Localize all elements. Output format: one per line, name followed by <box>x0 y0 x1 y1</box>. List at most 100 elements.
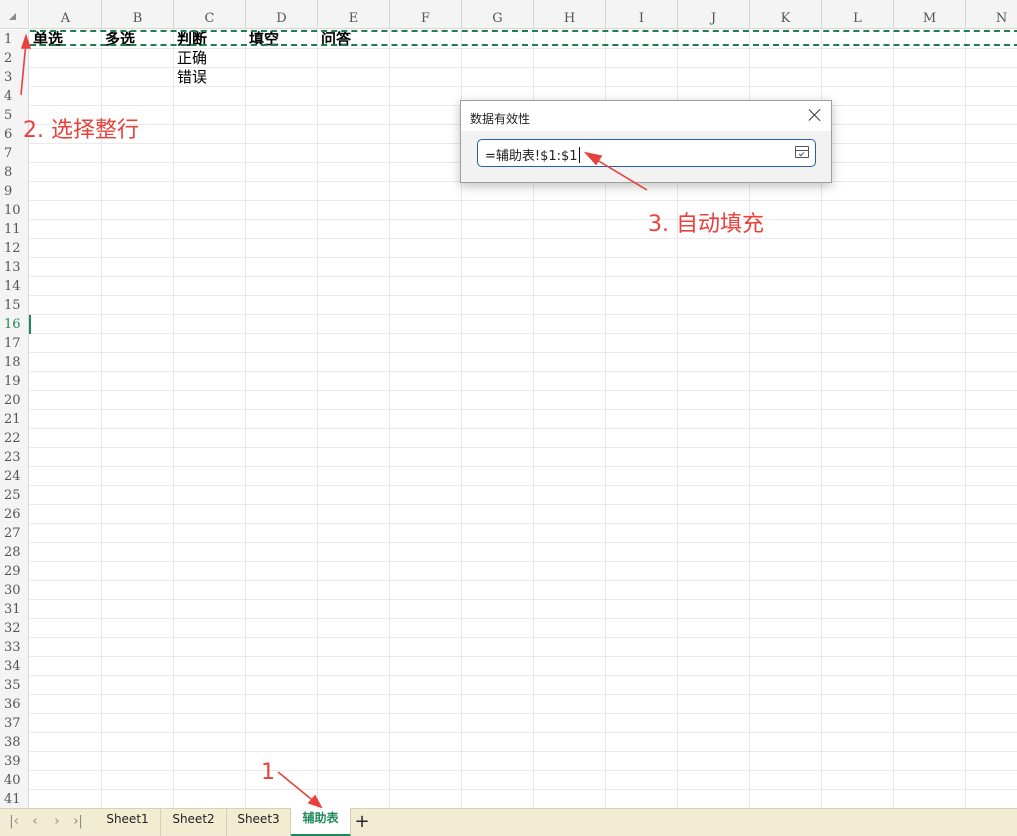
row-gridline <box>29 257 1017 258</box>
row-header-22[interactable]: 22 <box>0 429 29 448</box>
column-header-d[interactable]: D <box>246 0 318 29</box>
row-header-31[interactable]: 31 <box>0 600 29 619</box>
row-gridline <box>29 409 1017 410</box>
column-header-k[interactable]: K <box>750 0 822 29</box>
row-header-40[interactable]: 40 <box>0 771 29 790</box>
column-header-i[interactable]: I <box>606 0 678 29</box>
add-sheet-button[interactable]: + <box>354 812 370 832</box>
select-all-corner[interactable] <box>0 0 29 29</box>
row-gridline <box>29 599 1017 600</box>
tab-fuzhubiao[interactable]: 辅助表 <box>291 808 351 836</box>
row-header-9[interactable]: 9 <box>0 182 29 201</box>
column-header-m[interactable]: M <box>894 0 966 29</box>
row-header-23[interactable]: 23 <box>0 448 29 467</box>
row-gridline <box>29 333 1017 334</box>
row-header-29[interactable]: 29 <box>0 562 29 581</box>
column-header-g[interactable]: G <box>462 0 534 29</box>
row-header-28[interactable]: 28 <box>0 543 29 562</box>
row-header-25[interactable]: 25 <box>0 486 29 505</box>
column-header-e[interactable]: E <box>318 0 390 29</box>
range-reference-input[interactable]: =辅助表!$1:$1 <box>477 139 816 167</box>
row-gridline <box>29 732 1017 733</box>
row-header-7[interactable]: 7 <box>0 144 29 163</box>
row-header-18[interactable]: 18 <box>0 353 29 372</box>
tab-sheet3[interactable]: Sheet3 <box>227 809 291 836</box>
row-header-35[interactable]: 35 <box>0 676 29 695</box>
row-gridline <box>29 542 1017 543</box>
row-gridline <box>29 485 1017 486</box>
column-header-b[interactable]: B <box>102 0 174 29</box>
close-icon[interactable] <box>807 107 823 123</box>
row-gridline <box>29 751 1017 752</box>
row-header-17[interactable]: 17 <box>0 334 29 353</box>
row-header-10[interactable]: 10 <box>0 201 29 220</box>
row-header-14[interactable]: 14 <box>0 277 29 296</box>
row-header-8[interactable]: 8 <box>0 163 29 182</box>
first-sheet-icon[interactable]: |‹ <box>5 813 23 831</box>
row-header-37[interactable]: 37 <box>0 714 29 733</box>
dialog-title-bar[interactable]: 数据有效性 <box>461 101 831 131</box>
row-header-27[interactable]: 27 <box>0 524 29 543</box>
row-gridline <box>29 219 1017 220</box>
row-header-11[interactable]: 11 <box>0 220 29 239</box>
row-header-16[interactable]: 16 <box>0 315 29 334</box>
prev-sheet-icon[interactable]: ‹ <box>26 813 44 831</box>
row-gridline <box>29 200 1017 201</box>
row-header-38[interactable]: 38 <box>0 733 29 752</box>
row-gridline <box>29 561 1017 562</box>
row-gridline <box>29 428 1017 429</box>
row-header-3[interactable]: 3 <box>0 68 29 87</box>
row-header-36[interactable]: 36 <box>0 695 29 714</box>
row-header-26[interactable]: 26 <box>0 505 29 524</box>
annotation-step1: 1 <box>261 760 275 785</box>
row-header-19[interactable]: 19 <box>0 372 29 391</box>
row-gridline <box>29 656 1017 657</box>
row-header-13[interactable]: 13 <box>0 258 29 277</box>
cell-c2[interactable]: 正确 <box>177 49 207 68</box>
row-gridline <box>29 789 1017 790</box>
column-header-h[interactable]: H <box>534 0 606 29</box>
row-header-30[interactable]: 30 <box>0 581 29 600</box>
column-header-c[interactable]: C <box>174 0 246 29</box>
row-gridline <box>29 504 1017 505</box>
collapse-dialog-icon[interactable] <box>795 146 809 158</box>
sheet-tab-bar: |‹ ‹ › ›| Sheet1 Sheet2 Sheet3 辅助表 + <box>0 808 1017 836</box>
row-header-32[interactable]: 32 <box>0 619 29 638</box>
column-gridline <box>893 29 894 808</box>
row-gridline <box>29 238 1017 239</box>
last-sheet-icon[interactable]: ›| <box>69 813 87 831</box>
row-header-15[interactable]: 15 <box>0 296 29 315</box>
row-gridline <box>29 447 1017 448</box>
cell-c3[interactable]: 错误 <box>177 68 207 87</box>
column-header-a[interactable]: A <box>30 0 102 29</box>
row-header-33[interactable]: 33 <box>0 638 29 657</box>
column-gridline <box>317 29 318 808</box>
column-gridline <box>173 29 174 808</box>
active-cell-indicator <box>29 315 31 334</box>
row-gridline <box>29 466 1017 467</box>
tab-sheet1[interactable]: Sheet1 <box>95 809 161 836</box>
row-header-21[interactable]: 21 <box>0 410 29 429</box>
row-header-34[interactable]: 34 <box>0 657 29 676</box>
select-all-icon <box>9 13 16 20</box>
row-gridline <box>29 295 1017 296</box>
tab-sheet2[interactable]: Sheet2 <box>161 809 227 836</box>
row-header-12[interactable]: 12 <box>0 239 29 258</box>
row-header-20[interactable]: 20 <box>0 391 29 410</box>
row-header-2[interactable]: 2 <box>0 49 29 68</box>
range-reference-value: =辅助表!$1:$1 <box>485 147 580 164</box>
column-header-j[interactable]: J <box>678 0 750 29</box>
column-header-l[interactable]: L <box>822 0 894 29</box>
column-gridline <box>389 29 390 808</box>
row-header-39[interactable]: 39 <box>0 752 29 771</box>
column-header-n[interactable]: N <box>966 0 1017 29</box>
row-gridline <box>29 371 1017 372</box>
row-header-41[interactable]: 41 <box>0 790 29 808</box>
row-header-4[interactable]: 4 <box>0 87 29 106</box>
row-gridline <box>29 618 1017 619</box>
column-header-f[interactable]: F <box>390 0 462 29</box>
data-validation-dialog: 数据有效性 =辅助表!$1:$1 <box>460 100 832 183</box>
row-header-1[interactable]: 1 <box>0 30 29 49</box>
next-sheet-icon[interactable]: › <box>48 813 66 831</box>
row-header-24[interactable]: 24 <box>0 467 29 486</box>
